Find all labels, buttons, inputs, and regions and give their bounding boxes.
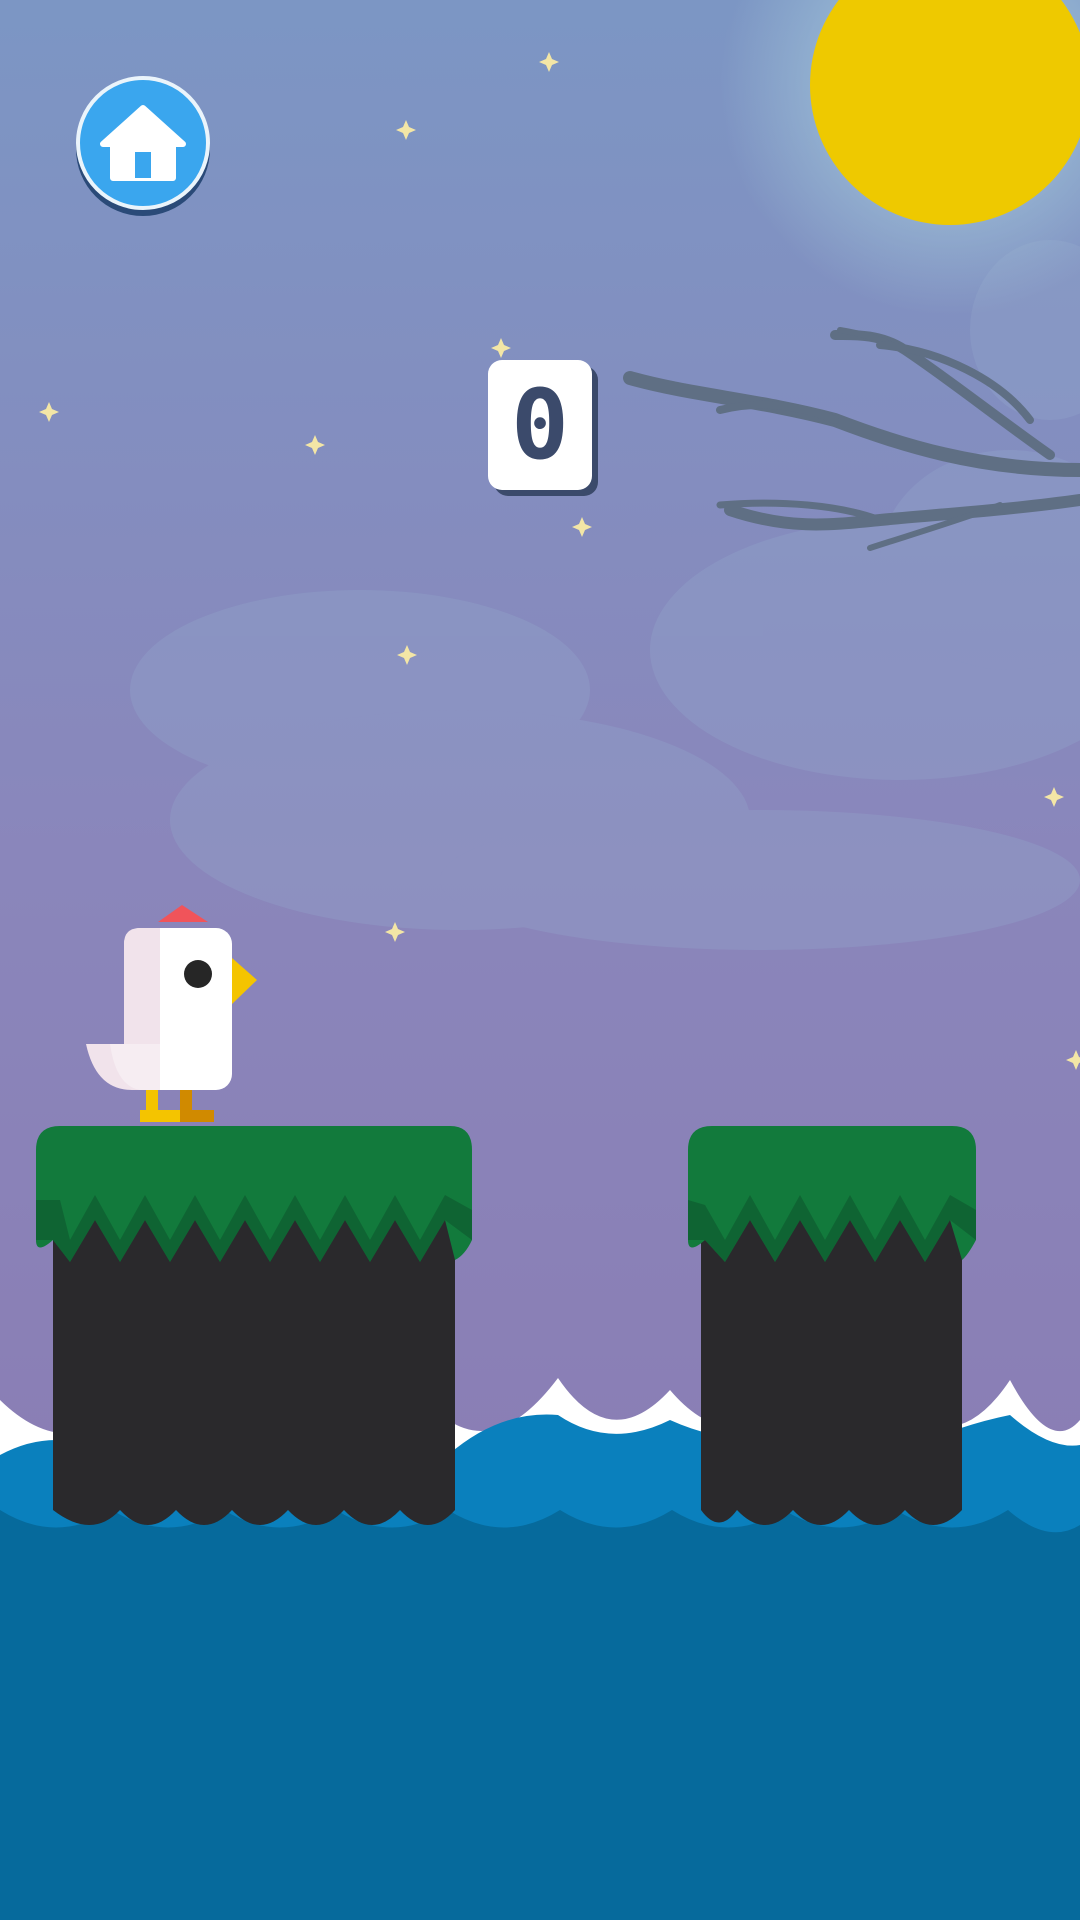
score-value: 0 <box>511 369 569 481</box>
game-screen: 0 <box>0 0 1080 1920</box>
platform-right <box>688 1126 976 1525</box>
score-display: 0 <box>488 360 592 490</box>
home-button[interactable] <box>76 76 210 210</box>
platform-left <box>36 1126 472 1525</box>
game-scene <box>0 0 1080 1920</box>
home-icon <box>100 105 186 181</box>
